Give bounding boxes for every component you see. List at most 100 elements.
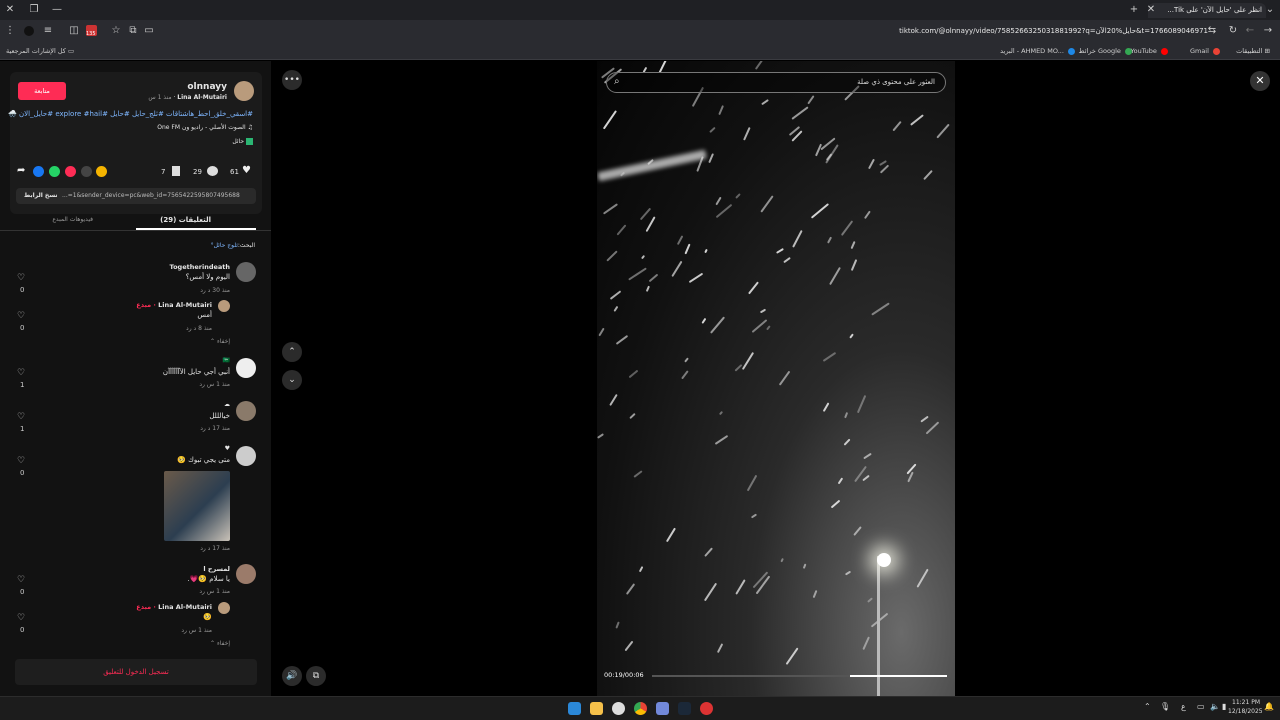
follow-button[interactable]: متابعة [18,82,66,100]
comment-like-icon[interactable]: ♡ [17,613,25,623]
language-indicator[interactable]: ع [1181,702,1186,711]
start-icon[interactable] [568,702,581,715]
reload-icon[interactable]: ↻ [1225,20,1241,42]
site-settings-icon[interactable]: ⇆ [1204,20,1220,42]
facebook-icon[interactable] [33,166,44,177]
comment-username[interactable]: لمسرح ا [203,565,230,573]
comment-like-icon[interactable]: ♡ [17,368,25,378]
author-avatar[interactable] [234,81,254,101]
comment-icon[interactable] [207,166,218,176]
embed-icon[interactable] [81,166,92,177]
hide-replies[interactable]: إخفاء ⌃ [210,640,230,647]
active-tab[interactable]: انظر على 'حايل الآن' على Tik... [1148,3,1266,18]
forward-icon[interactable]: ← [1242,20,1258,42]
comment-avatar[interactable] [236,358,256,378]
share-page-icon[interactable]: ⧉ [125,20,141,42]
speaker-icon[interactable]: 🔈 [1210,702,1220,711]
bookmark-gmail[interactable]: Gmail [1190,42,1220,60]
bookmark-icon[interactable] [172,166,180,176]
tab-close-icon[interactable]: ✕ [1143,0,1159,20]
picture-in-picture-icon[interactable]: ⧉ [306,666,326,686]
comment-avatar[interactable] [236,401,256,421]
search-icon: ⌕ [614,76,620,87]
restore-window-icon[interactable]: ❐ [26,0,42,20]
comment-like-icon[interactable]: ♡ [17,412,25,422]
file-explorer-icon[interactable] [590,702,603,715]
bookmark-maps[interactable]: خرائط Google [1079,42,1132,60]
snowflake [716,643,724,654]
comment-like-icon[interactable]: ♡ [17,311,25,321]
video-player[interactable]: ⌕ العثور على محتوى ذي صلة 00:19/00:06 [597,61,955,696]
reply-avatar[interactable] [218,300,230,312]
bookmark-star-icon[interactable]: ☆ [108,20,124,42]
volume-icon[interactable]: 🔊 [282,666,302,686]
previous-video-icon[interactable]: ⌃ [282,342,302,362]
comment-image[interactable] [164,471,230,541]
snowflake [719,411,724,416]
video-search-bar[interactable]: ⌕ العثور على محتوى ذي صلة [606,72,946,93]
menu-icon[interactable]: ⋮ [2,20,18,42]
steam-icon[interactable] [678,702,691,715]
comment-avatar[interactable] [236,446,256,466]
comment-username[interactable]: Togetherindeath [170,263,230,271]
bookmark-youtube[interactable]: YouTube [1130,42,1168,60]
back-icon[interactable]: → [1260,20,1276,42]
close-icon[interactable]: ✕ [1250,71,1270,91]
whatsapp-icon[interactable] [49,166,60,177]
app-icon[interactable] [700,702,713,715]
settings-icon[interactable] [612,702,625,715]
tab-comments[interactable]: التعليقات (29) [160,216,211,224]
profile-avatar[interactable] [24,26,34,36]
tab-creator-videos[interactable]: فيديوهات المبدع [52,216,93,223]
sound-row[interactable]: ♫ الصوت الأصلي - راديو ون One FM [157,124,253,131]
comment-like-icon[interactable]: ♡ [17,273,25,283]
search-hint[interactable]: البحث:ثلوج حائل° [211,242,255,249]
battery-icon[interactable]: ▮ [1222,702,1226,711]
all-bookmarks-label: كل الإشارات المرجعية [6,47,66,55]
cast-icon[interactable]: ▭ [141,20,157,42]
like-count: 61 [230,168,239,176]
share-arrow-icon[interactable]: ➦ [17,165,25,176]
login-to-comment[interactable]: تسجيل الدخول للتعليق [15,659,257,685]
comment-avatar[interactable] [236,262,256,282]
downloads-icon[interactable]: ≡ [40,20,56,42]
comment-like-count: 0 [20,626,25,634]
clock-date[interactable]: 12/18/2025 [1228,708,1263,715]
discord-icon[interactable] [656,702,669,715]
author-display-name: Lina Al-Mutairi [177,94,227,101]
video-progress-bar[interactable] [652,675,947,677]
comment-avatar[interactable] [236,564,256,584]
hide-label: إخفاء [216,338,230,345]
hide-replies[interactable]: إخفاء ⌃ [210,338,230,345]
new-tab-icon[interactable]: + [1126,0,1142,20]
more-options-icon[interactable]: ••• [282,70,302,90]
author-username[interactable]: olnnayy [187,82,227,92]
like-icon[interactable]: ♥ [242,165,251,176]
bookmark-mail[interactable]: البريد - AHMED MO... [1000,42,1075,60]
comment-like-icon[interactable]: ♡ [17,456,25,466]
tab-list-icon[interactable]: ⌄ [1262,0,1278,20]
next-video-icon[interactable]: ⌄ [282,370,302,390]
extensions-icon[interactable]: ◫ [66,20,82,42]
reply-author-line[interactable]: Lina Al-Mutairi · مبدع [136,603,212,611]
chrome-icon[interactable] [634,702,647,715]
clock-time[interactable]: 11:21 PM [1232,699,1260,706]
network-icon[interactable]: ▭ [1197,702,1205,711]
bookmark-apps[interactable]: التطبيقات ⊞ [1236,42,1270,60]
reply-author-line[interactable]: Lina Al-Mutairi · مبدع [136,301,212,309]
coin-icon[interactable] [96,166,107,177]
send-to-friends-icon[interactable] [65,166,76,177]
post-caption[interactable]: #اسقي_خلق_احط_هاشتاقات #ثلج_حايل #حايل #… [8,110,253,118]
snowflake [735,578,746,595]
microphone-icon[interactable]: 🎙 [1160,702,1170,711]
reply-avatar[interactable] [218,602,230,614]
minimize-window-icon[interactable]: — [49,0,65,20]
location-row[interactable]: حائل [232,138,253,145]
tray-arrow-icon[interactable]: ⌃ [1144,702,1151,711]
all-bookmarks[interactable]: كل الإشارات المرجعية ▭ [6,42,74,60]
close-window-icon[interactable]: ✕ [2,0,18,20]
address-bar[interactable]: tiktok.com/@olnnayy/video/75852663250318… [899,23,1208,39]
copy-link-button[interactable]: نسخ الرابط [24,192,58,199]
comment-like-icon[interactable]: ♡ [17,575,25,585]
notification-icon[interactable]: 🔔 [1264,702,1274,711]
